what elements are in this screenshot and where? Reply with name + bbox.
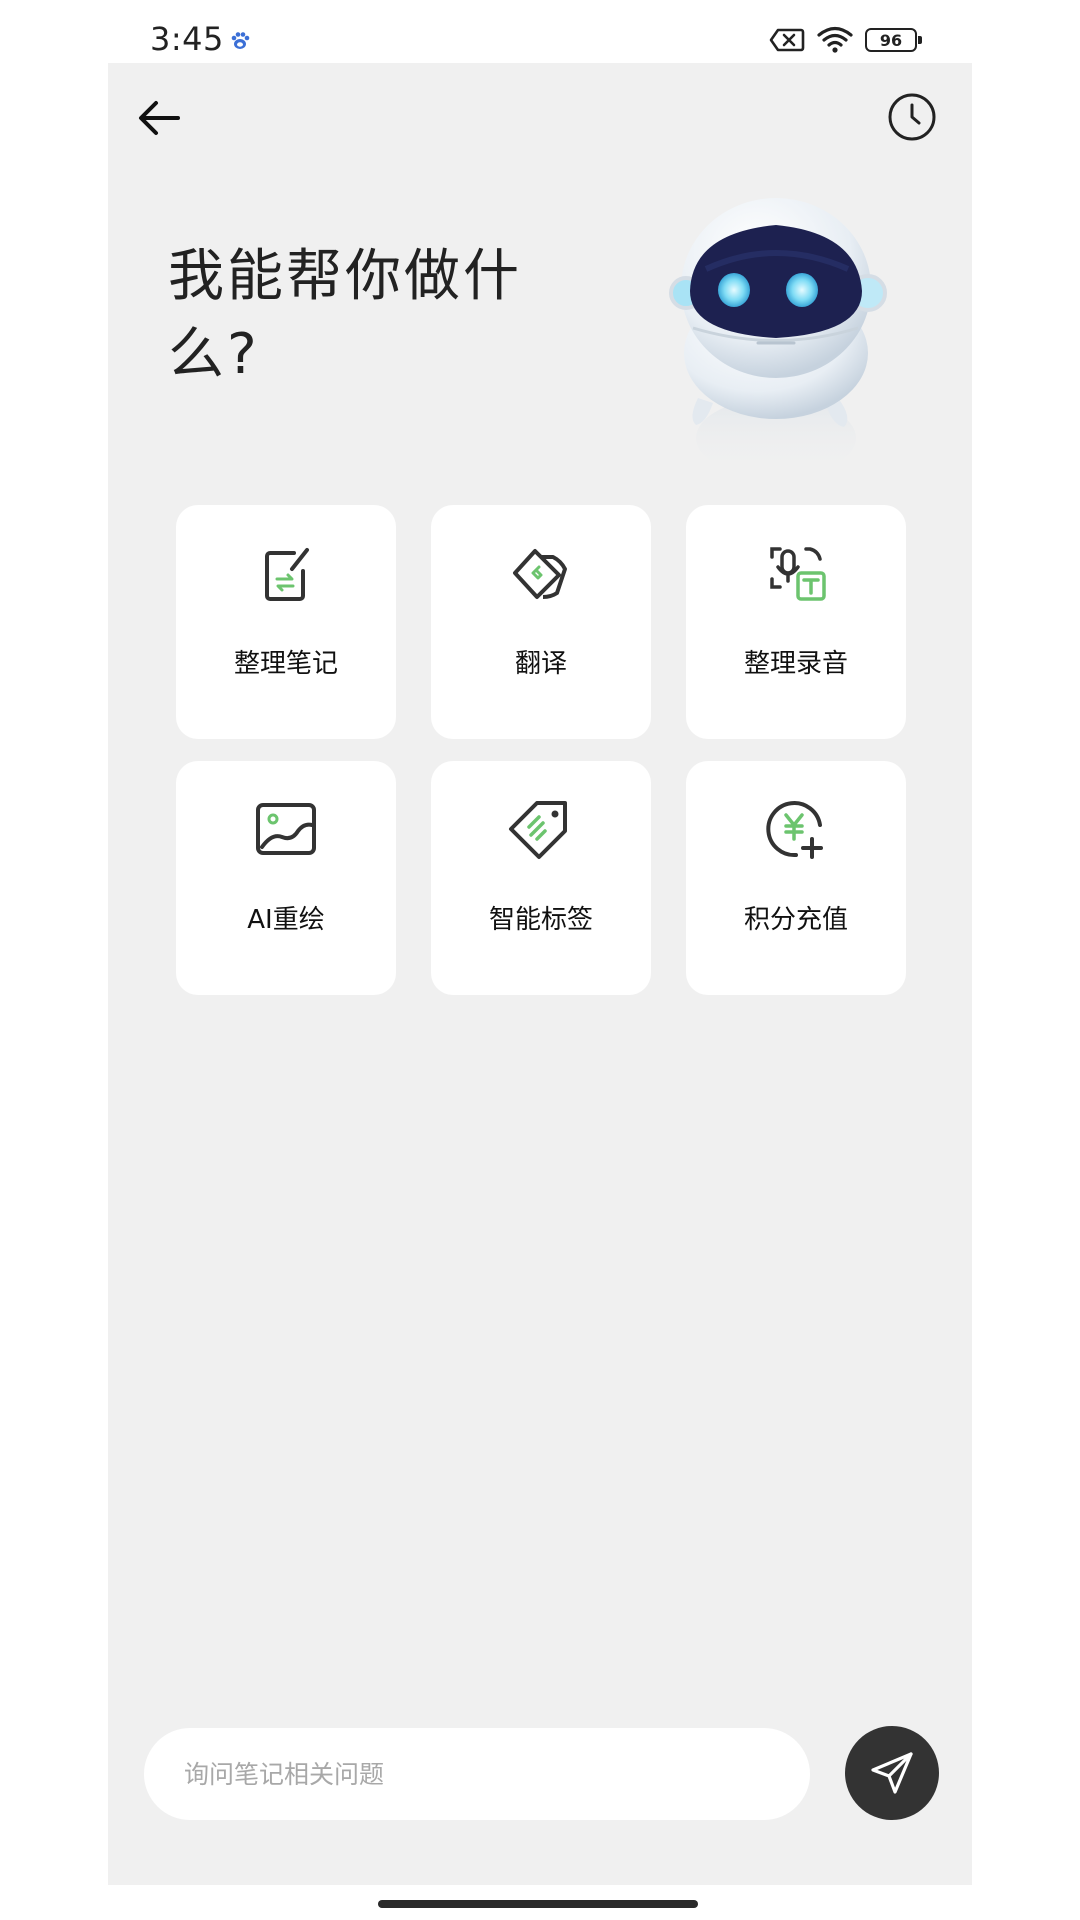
yuan-recharge-icon <box>766 801 823 859</box>
sim-error-icon <box>769 28 805 52</box>
note-edit-icon <box>265 548 309 601</box>
feature-label: AI重绘 <box>247 905 325 935</box>
image-icon <box>256 803 316 855</box>
baidu-paw-icon <box>231 32 250 49</box>
feature-card-ai-redraw[interactable]: AI重绘 <box>176 761 396 995</box>
feature-card-points-recharge[interactable]: 积分充值 <box>686 761 906 995</box>
ask-input-bar[interactable] <box>144 1728 810 1820</box>
feature-grid: 整理笔记 翻译 整理录音 AI重绘 智能标签 积分充值 <box>176 505 912 995</box>
clock-icon[interactable] <box>886 91 938 143</box>
feature-card-organize-recording[interactable]: 整理录音 <box>686 505 906 739</box>
paper-plane-icon <box>871 1752 913 1794</box>
status-time: 3:45 <box>150 20 224 58</box>
feature-label: 智能标签 <box>488 905 593 935</box>
status-icons: 96 <box>769 24 922 56</box>
wifi-icon <box>817 26 853 53</box>
page-title: 我能帮你做什么? <box>168 244 522 387</box>
feature-label: 整理录音 <box>743 649 848 679</box>
feature-card-smart-tags[interactable]: 智能标签 <box>431 761 651 995</box>
translate-cards-icon <box>513 549 567 599</box>
feature-card-organize-notes[interactable]: 整理笔记 <box>176 505 396 739</box>
voice-to-text-icon <box>770 547 826 601</box>
feature-card-translate[interactable]: 翻译 <box>431 505 651 739</box>
status-bar: 3:45 96 <box>0 0 1080 63</box>
battery-icon: 96 <box>865 28 922 52</box>
feature-label: 翻译 <box>514 649 567 679</box>
ask-input[interactable] <box>182 1758 766 1790</box>
ai-assistant-screen: 我能帮你做什么? 整理笔记 翻译 整理录音 AI重绘 智能标签 积分充值 询问笔… <box>108 63 972 1885</box>
home-indicator[interactable] <box>378 1900 698 1908</box>
feature-label: 整理笔记 <box>233 649 338 679</box>
feature-label: 积分充值 <box>743 905 848 935</box>
battery-level: 96 <box>879 30 903 50</box>
arrow-left-icon[interactable] <box>134 93 184 143</box>
send-button[interactable] <box>845 1726 939 1820</box>
robot-mascot <box>669 198 887 478</box>
tag-icon <box>509 801 567 859</box>
